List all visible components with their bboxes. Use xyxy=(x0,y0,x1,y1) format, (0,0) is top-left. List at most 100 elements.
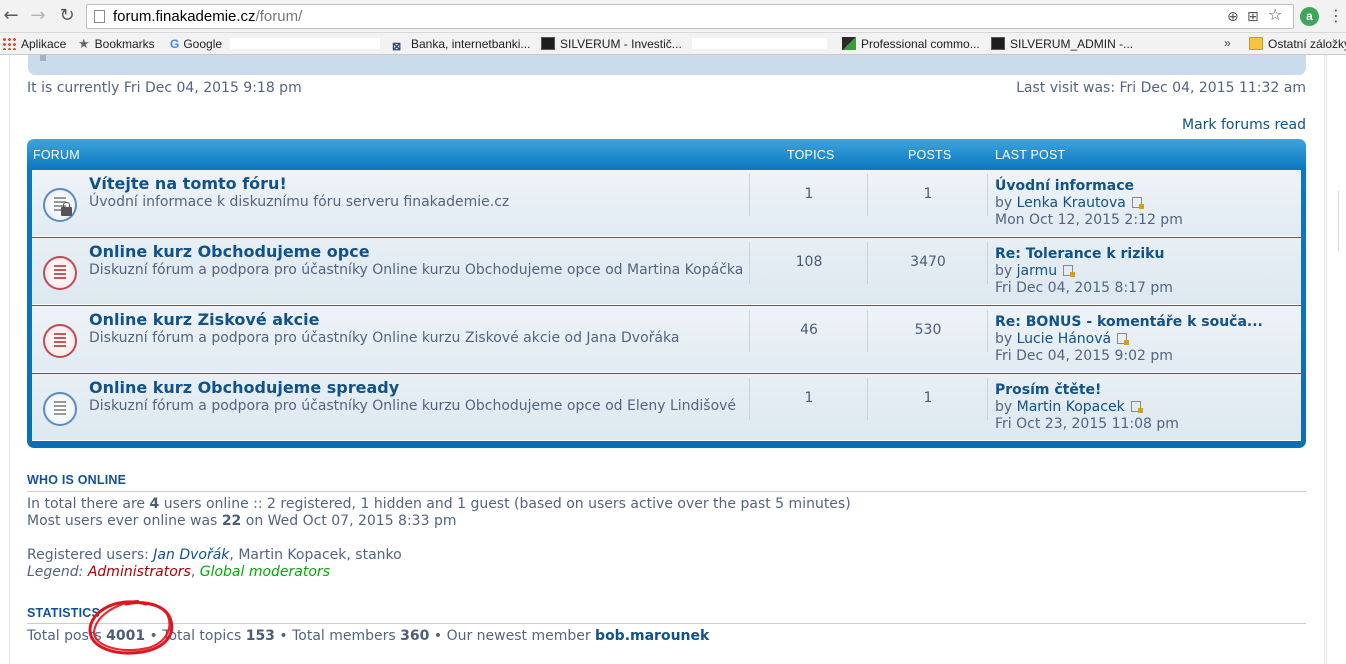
bookmark-label: SILVERUM_ADMIN -... xyxy=(1010,37,1134,51)
forum-description: Diskuzní fórum a podpora pro účastníky O… xyxy=(89,262,744,278)
chrome-menu-icon[interactable]: ⋮ xyxy=(1328,6,1344,25)
last-post-link[interactable]: Prosím čtěte! xyxy=(995,382,1101,398)
forum-row: Online kurz Ziskové akcie Diskuzní fórum… xyxy=(32,306,1301,373)
bookmark-bookmarks[interactable]: ★ Bookmarks xyxy=(78,36,155,52)
extension-icon[interactable]: a xyxy=(1300,7,1319,26)
most-online-prefix: Most users ever online was xyxy=(27,513,218,529)
bookmark-label: Professional commo... xyxy=(861,37,980,51)
scrollbar-thumb[interactable] xyxy=(1338,191,1346,251)
last-post-link[interactable]: Re: Tolerance k riziku xyxy=(995,246,1164,262)
last-post-date: Fri Dec 04, 2015 9:02 pm xyxy=(995,348,1173,364)
column-divider xyxy=(987,310,988,352)
forum-title-link[interactable]: Online kurz Obchodujeme opce xyxy=(89,242,370,261)
user-link[interactable]: Jan Dvořák xyxy=(153,547,229,563)
forum-title-link[interactable]: Vítejte na tomto fóru! xyxy=(89,174,287,193)
user-link[interactable]: Martin Kopacek xyxy=(238,547,346,563)
back-icon[interactable]: ← xyxy=(0,5,22,27)
reload-icon[interactable]: ↻ xyxy=(56,5,78,27)
redacted-area xyxy=(230,38,380,49)
header-panel xyxy=(28,55,1306,75)
folder-icon xyxy=(1249,37,1263,50)
user-link[interactable]: stanko xyxy=(355,547,401,563)
view-latest-post-icon[interactable] xyxy=(1063,265,1076,277)
header-last-post: LAST POST xyxy=(995,148,1066,162)
other-bookmarks[interactable]: Ostatní záložky xyxy=(1249,36,1346,52)
view-latest-post-icon[interactable] xyxy=(1130,401,1143,413)
legend: Legend: Administrators, Global moderator… xyxy=(27,564,330,580)
forum-read-icon xyxy=(43,392,77,426)
last-post-link[interactable]: Re: BONUS - komentáře k souča... xyxy=(995,314,1263,330)
forum-title-link[interactable]: Online kurz Obchodujeme spready xyxy=(89,378,399,397)
last-post-date: Mon Oct 12, 2015 2:12 pm xyxy=(995,212,1183,228)
scrollbar[interactable] xyxy=(1326,55,1346,664)
posts-count: 530 xyxy=(914,322,942,338)
legend-moderators-link[interactable]: Global moderators xyxy=(200,564,330,580)
bookmark-professional[interactable]: Professional commo... xyxy=(842,36,980,52)
bookmark-label: SILVERUM - Investič... xyxy=(560,37,682,51)
by-label: by xyxy=(995,263,1013,279)
url-path: /forum/ xyxy=(255,8,303,25)
bookmark-label: Bookmarks xyxy=(94,37,155,51)
column-divider xyxy=(867,242,868,284)
google-icon: G xyxy=(170,37,180,51)
more-bookmarks-button[interactable]: » xyxy=(1224,36,1231,50)
forum-row: Vítejte na tomto fóru! Úvodní informace … xyxy=(32,170,1301,237)
author-link[interactable]: Martin Kopacek xyxy=(1017,399,1125,415)
bookmark-star-icon[interactable]: ☆ xyxy=(1268,6,1282,24)
column-divider xyxy=(749,378,750,420)
view-latest-post-icon[interactable] xyxy=(1131,197,1144,209)
forum-title-link[interactable]: Online kurz Ziskové akcie xyxy=(89,310,320,329)
forum-row: Online kurz Obchodujeme spready Diskuzní… xyxy=(32,374,1301,441)
total-members-value: 360 xyxy=(400,628,430,644)
bookmark-silverum-admin[interactable]: SILVERUM_ADMIN -... xyxy=(991,36,1133,52)
url-host: forum.finakademie.cz xyxy=(113,8,256,25)
forum-list-header: FORUM TOPICS POSTS LAST POST xyxy=(27,139,1306,169)
author-link[interactable]: jarmu xyxy=(1017,263,1058,279)
by-label: by xyxy=(995,331,1013,347)
legend-administrators-link[interactable]: Administrators xyxy=(88,564,191,580)
bookmark-silverum[interactable]: SILVERUM - Investič... xyxy=(541,36,682,52)
forward-icon[interactable]: → xyxy=(27,5,49,27)
header-forum: FORUM xyxy=(33,148,80,162)
last-post-author: by Lenka Krautova xyxy=(995,195,1144,211)
bookmark-label: Ostatní záložky xyxy=(1268,37,1346,51)
online-total-prefix: In total there are xyxy=(27,496,146,512)
professional-icon xyxy=(842,37,856,50)
url-text[interactable]: forum.finakademie.cz/forum/ xyxy=(113,7,302,26)
newest-member-link[interactable]: bob.marounek xyxy=(595,628,709,644)
author-link[interactable]: Lenka Krautova xyxy=(1017,195,1126,211)
translate-icon[interactable]: ⊞ xyxy=(1247,8,1259,26)
forum-unread-icon xyxy=(43,256,77,290)
column-divider xyxy=(749,310,750,352)
section-divider xyxy=(27,623,1306,624)
registered-users: Registered users: Jan Dvořák, Martin Kop… xyxy=(27,547,402,563)
total-members-label: Total members xyxy=(292,628,396,644)
header-posts: POSTS xyxy=(908,148,952,162)
column-divider xyxy=(867,310,868,352)
header-topics: TOPICS xyxy=(787,148,835,162)
section-divider xyxy=(27,491,1306,492)
posts-count: 1 xyxy=(923,390,933,406)
bookmark-aplikace[interactable]: Aplikace xyxy=(2,36,66,52)
forum-description: Diskuzní fórum a podpora pro účastníky O… xyxy=(89,330,680,346)
topics-count: 108 xyxy=(795,254,823,270)
bookmark-google[interactable]: G Google xyxy=(170,36,222,52)
most-online-suffix: on Wed Oct 07, 2015 8:33 pm xyxy=(245,513,457,529)
mark-forums-read-link[interactable]: Mark forums read xyxy=(1182,117,1306,133)
bookmarks-bar: Aplikace ★ Bookmarks G Google ⊠ Banka, inte… xyxy=(0,33,1346,55)
newest-member-label: Our newest member xyxy=(446,628,591,644)
last-post-link[interactable]: Úvodní informace xyxy=(995,178,1134,194)
topics-count: 1 xyxy=(804,186,814,202)
author-link[interactable]: Lucie Hánová xyxy=(1017,331,1112,347)
view-latest-post-icon[interactable] xyxy=(1117,333,1130,345)
zoom-icon[interactable]: ⊕ xyxy=(1227,8,1239,26)
forum-list: FORUM TOPICS POSTS LAST POST Vítejte na … xyxy=(27,139,1306,448)
posts-count: 3470 xyxy=(910,254,946,270)
topics-count: 1 xyxy=(804,390,814,406)
silverum-icon xyxy=(991,37,1005,50)
online-total-suffix: users online :: 2 registered, 1 hidden a… xyxy=(163,496,851,512)
apps-icon xyxy=(2,37,16,50)
bookmark-banka[interactable]: ⊠ Banka, internetbanki... xyxy=(392,36,530,53)
bookmark-label: Aplikace xyxy=(21,37,67,51)
address-bar[interactable]: forum.finakademie.cz/forum/ ⊕ ⊞ ☆ xyxy=(86,4,1294,29)
